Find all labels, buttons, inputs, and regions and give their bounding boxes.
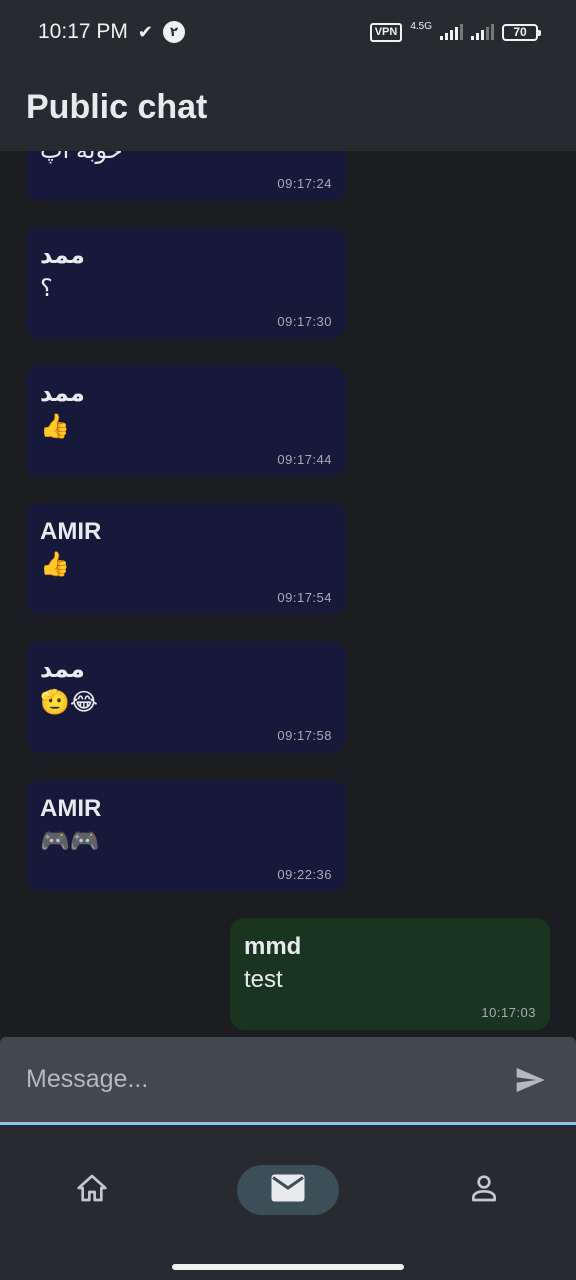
message-bubble[interactable]: ممد ؟ 09:17:30 (26, 227, 346, 339)
message-sender: ممد (40, 380, 85, 407)
status-time: 10:17 PM (38, 20, 128, 43)
signal-icon-2 (471, 24, 494, 40)
message-bubble[interactable]: خوبه اپ 09:17:24 (26, 151, 346, 201)
battery-level: 70 (513, 25, 527, 39)
app-bar: Public chat (0, 64, 576, 151)
message-text: 👍 (40, 413, 70, 440)
mail-icon (270, 1173, 306, 1208)
message-time: 09:17:54 (277, 590, 332, 605)
vpn-icon: VPN (369, 22, 403, 42)
message-time: 09:17:44 (277, 452, 332, 467)
message-input[interactable] (26, 1065, 510, 1094)
nav-messages[interactable] (237, 1165, 339, 1215)
message-bubble[interactable]: AMIR 🎮🎮 09:22:36 (26, 780, 346, 892)
message-sender: AMIR (40, 518, 102, 545)
check-icon: ✔ (137, 21, 153, 42)
message-sender: ممد (40, 656, 85, 683)
message-text: test (244, 966, 283, 993)
home-indicator[interactable] (172, 1264, 404, 1270)
own-message-bubble[interactable]: mmd test 10:17:03 (230, 918, 550, 1030)
notification-badge: ۲ (162, 21, 185, 43)
battery-icon: 70 (502, 23, 541, 41)
message-bubble[interactable]: ممد 🫡😂 09:17:58 (26, 641, 346, 753)
home-icon (76, 1172, 108, 1209)
nav-home[interactable] (60, 1165, 124, 1215)
nav-profile[interactable] (452, 1165, 516, 1215)
message-sender: mmd (244, 933, 302, 960)
status-right: VPN 4.5G 70 (369, 21, 541, 42)
person-icon (468, 1172, 500, 1209)
message-text: ؟ (40, 275, 53, 302)
message-bubble[interactable]: AMIR 👍 09:17:54 (26, 503, 346, 615)
message-text: خوبه اپ (40, 151, 332, 167)
message-time: 10:17:03 (481, 1005, 536, 1020)
signal-icon (440, 24, 463, 40)
message-time: 09:17:30 (277, 314, 332, 329)
message-sender: ممد (40, 242, 85, 269)
message-time: 09:22:36 (277, 867, 332, 882)
message-text: 🫡😂 (40, 689, 98, 716)
status-bar: 10:17 PM ✔ ۲ VPN 4.5G 70 (0, 0, 576, 64)
message-composer (0, 1037, 576, 1125)
message-text: 👍 (40, 551, 70, 578)
message-text: 🎮🎮 (40, 828, 100, 855)
status-left: 10:17 PM ✔ ۲ (38, 20, 185, 44)
network-type: 4.5G (410, 21, 432, 32)
send-icon[interactable] (510, 1060, 550, 1100)
message-sender: AMIR (40, 795, 102, 822)
message-list[interactable]: خوبه اپ 09:17:24 ممد ؟ 09:17:30 ممد 👍 09… (0, 151, 576, 1037)
message-bubble[interactable]: ممد 👍 09:17:44 (26, 365, 346, 477)
page-title: Public chat (26, 88, 208, 126)
bottom-nav (0, 1125, 576, 1280)
message-time: 09:17:58 (277, 728, 332, 743)
message-time: 09:17:24 (277, 176, 332, 191)
